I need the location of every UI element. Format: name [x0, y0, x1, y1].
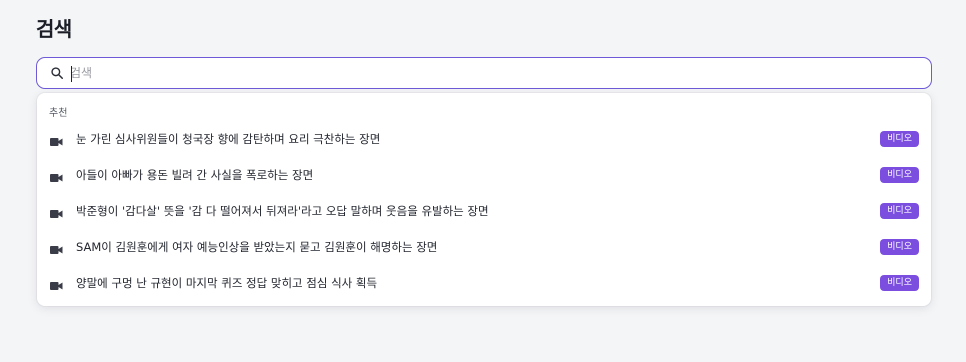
search-input[interactable]: [70, 61, 890, 85]
suggestion-text: 양말에 구멍 난 규현이 마지막 퀴즈 정답 맞히고 점심 식사 획득: [76, 276, 378, 290]
video-camera-icon: [50, 133, 63, 146]
suggestion-text: 박준형이 '감다살' 뜻을 '감 다 떨어져서 뒤져라'라고 오답 말하며 웃음…: [76, 204, 489, 218]
video-camera-icon: [50, 241, 63, 254]
search-icon: [50, 65, 66, 81]
video-badge: 비디오: [880, 167, 919, 183]
search-page: 검색 추천 눈 가린 심사위원들이 청국장 향에 감탄하며 요리 극찬하는 장면…: [0, 0, 966, 362]
suggestion-item[interactable]: 양말에 구멍 난 규현이 마지막 퀴즈 정답 맞히고 점심 식사 획득 비디오: [37, 265, 931, 301]
search-bar[interactable]: [36, 57, 932, 89]
video-badge: 비디오: [880, 203, 919, 219]
suggestion-list: 눈 가린 심사위원들이 청국장 향에 감탄하며 요리 극찬하는 장면 비디오 아…: [37, 121, 931, 301]
suggestions-dropdown: 추천 눈 가린 심사위원들이 청국장 향에 감탄하며 요리 극찬하는 장면 비디…: [37, 93, 931, 306]
suggestion-item[interactable]: SAM이 김원훈에게 여자 예능인상을 받았는지 묻고 김원훈이 해명하는 장면…: [37, 229, 931, 265]
video-camera-icon: [50, 169, 63, 182]
section-label-recommended: 추천: [49, 108, 68, 119]
video-badge: 비디오: [880, 131, 919, 147]
video-badge: 비디오: [880, 239, 919, 255]
page-title: 검색: [36, 17, 72, 41]
suggestion-text: 아들이 아빠가 용돈 빌려 간 사실을 폭로하는 장면: [76, 168, 314, 182]
video-badge: 비디오: [880, 275, 919, 291]
suggestion-item[interactable]: 눈 가린 심사위원들이 청국장 향에 감탄하며 요리 극찬하는 장면 비디오: [37, 121, 931, 157]
suggestion-item[interactable]: 아들이 아빠가 용돈 빌려 간 사실을 폭로하는 장면 비디오: [37, 157, 931, 193]
suggestion-text: SAM이 김원훈에게 여자 예능인상을 받았는지 묻고 김원훈이 해명하는 장면: [76, 240, 438, 254]
video-camera-icon: [50, 277, 63, 290]
suggestion-item[interactable]: 박준형이 '감다살' 뜻을 '감 다 떨어져서 뒤져라'라고 오답 말하며 웃음…: [37, 193, 931, 229]
suggestion-text: 눈 가린 심사위원들이 청국장 향에 감탄하며 요리 극찬하는 장면: [76, 132, 381, 146]
text-caret: [71, 66, 72, 82]
video-camera-icon: [50, 205, 63, 218]
